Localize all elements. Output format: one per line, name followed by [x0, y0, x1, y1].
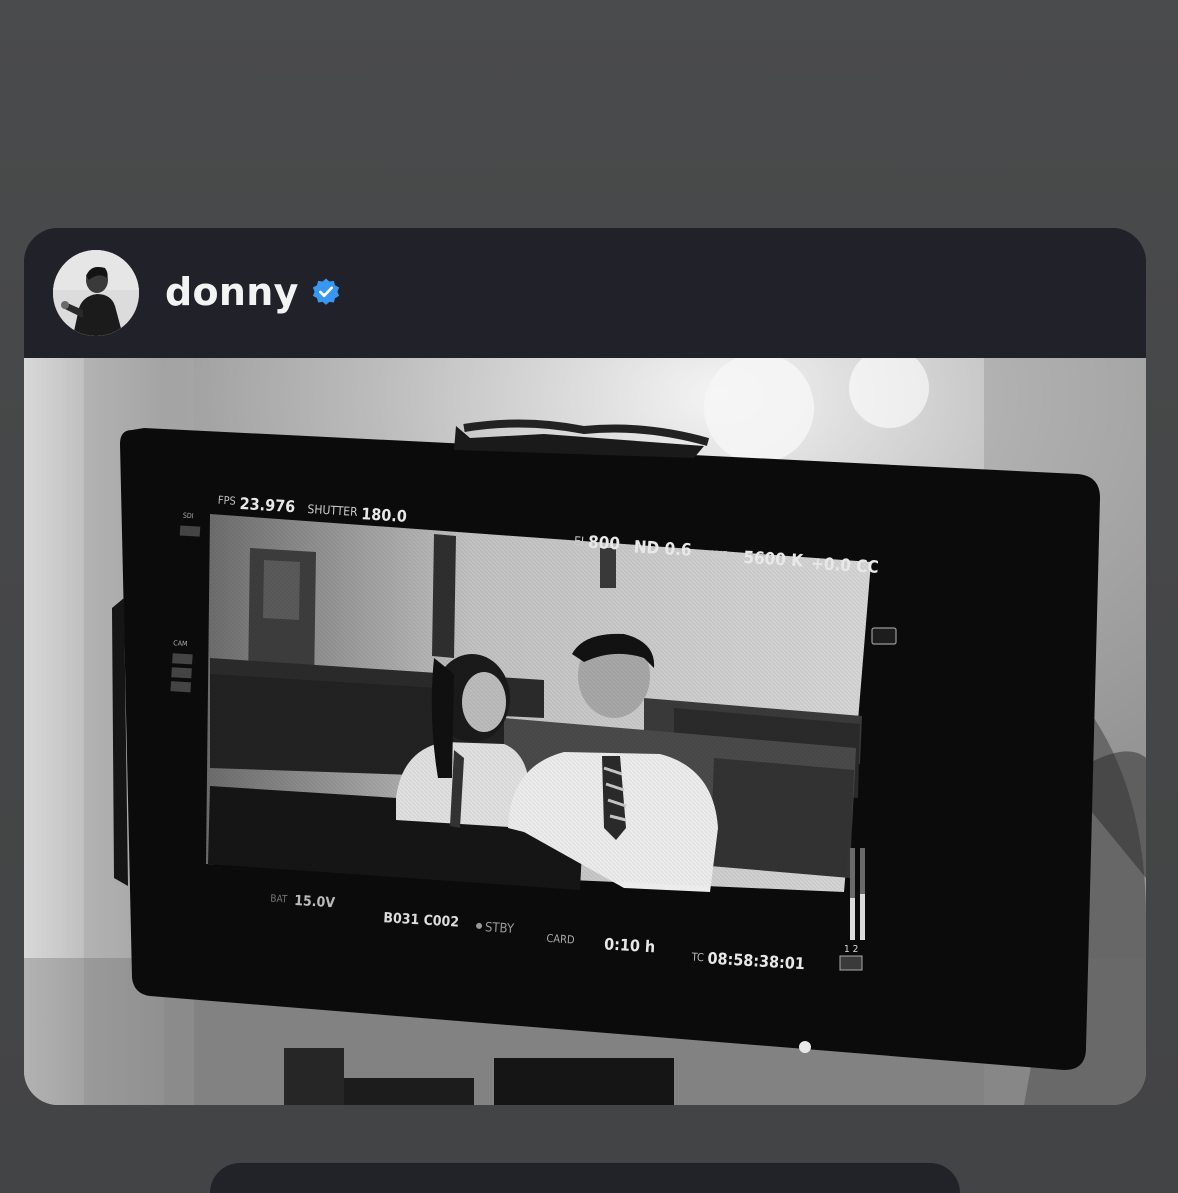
bottom-card-peek[interactable] — [210, 1163, 960, 1193]
post-card[interactable]: donny FPS 23.976 SHUTTER 180.0 EI 800 ND… — [24, 228, 1146, 1105]
fps-label: FPS — [217, 494, 236, 508]
ei-value: 800 — [587, 533, 620, 555]
sdi-label: SDI — [183, 512, 194, 521]
wb-label: WB — [711, 548, 730, 563]
story-screen: donny FPS 23.976 SHUTTER 180.0 EI 800 ND… — [0, 0, 1178, 1193]
username[interactable]: donny — [165, 270, 299, 314]
wb-value: 5600 K — [743, 548, 805, 572]
monitor-screen — [206, 514, 871, 892]
cc-value: +0.0 CC — [811, 554, 880, 578]
card-label: CARD — [546, 932, 575, 947]
profile-avatar[interactable] — [53, 250, 139, 336]
audio-channels: 1 2 — [844, 944, 858, 955]
ei-label: EI — [574, 534, 585, 549]
post-photo[interactable]: FPS 23.976 SHUTTER 180.0 EI 800 ND 0.6 W… — [24, 358, 1146, 1105]
fps-value: 23.976 — [239, 494, 296, 516]
cam-label: CAM — [173, 639, 188, 648]
shutter-value: 180.0 — [361, 504, 408, 526]
verified-badge-icon — [312, 278, 339, 305]
card-value: 0:10 h — [604, 934, 656, 956]
stby-label: STBY — [485, 920, 516, 937]
bat-value: 15.0V — [294, 893, 336, 911]
post-header: donny — [24, 228, 1146, 358]
nd-value: ND 0.6 — [633, 537, 692, 560]
shutter-label: SHUTTER — [307, 502, 358, 519]
tc-label: TC — [690, 950, 704, 964]
bat-label: BAT — [270, 893, 288, 905]
